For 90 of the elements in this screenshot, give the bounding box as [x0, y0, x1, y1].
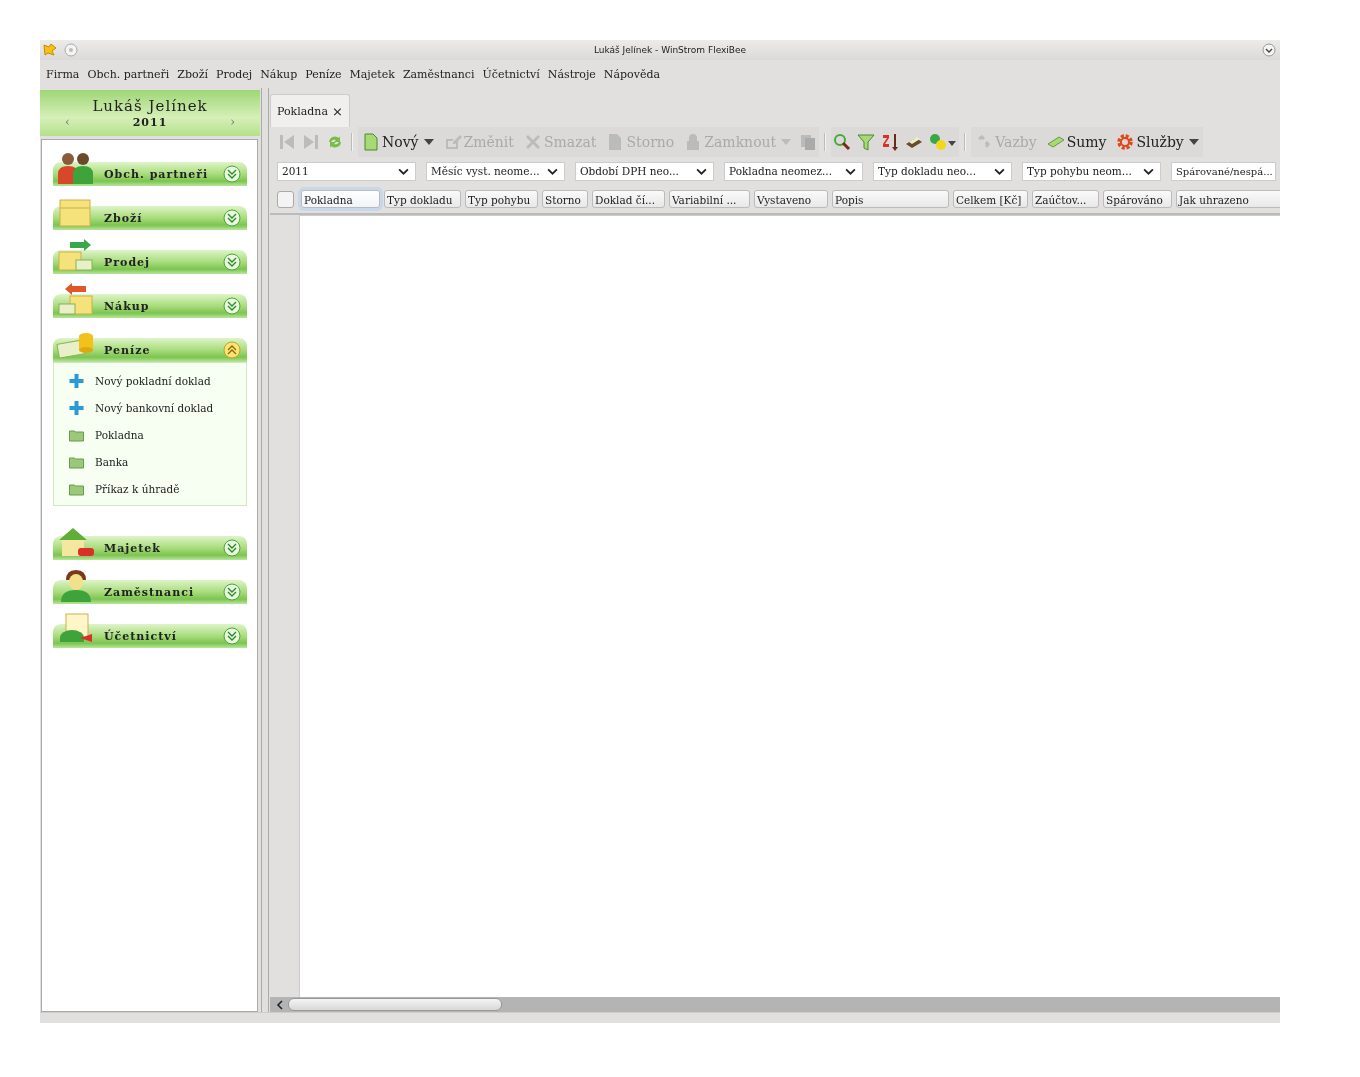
- filter-dropdown[interactable]: 2011: [277, 161, 416, 181]
- toolbar-button[interactable]: Služby: [1114, 133, 1201, 151]
- box-arrow-icon: [56, 238, 96, 274]
- close-tab-button[interactable]: ×: [332, 103, 343, 119]
- section-title: Peníze: [104, 343, 151, 357]
- horizontal-scrollbar[interactable]: [270, 997, 1280, 1012]
- filter-dropdown[interactable]: Spárované/nespá...: [1171, 161, 1276, 181]
- chevron-down-icon: [845, 167, 856, 175]
- dropdown-caret-icon: [1188, 139, 1199, 145]
- page-icon: [362, 133, 380, 151]
- section-header[interactable]: Účetnictví: [53, 624, 247, 648]
- expand-icon[interactable]: [223, 165, 241, 183]
- user-name: Lukáš Jelínek: [92, 97, 208, 115]
- box-arrow-icon: [56, 282, 96, 318]
- filter-icon[interactable]: [857, 133, 876, 151]
- column-header[interactable]: Typ pohybu: [465, 190, 538, 208]
- section-header[interactable]: Zaměstnanci: [53, 580, 247, 604]
- chevron-down-icon: [547, 167, 558, 175]
- column-header[interactable]: Storno: [542, 190, 588, 208]
- column-header[interactable]: Jak uhrazeno: [1176, 190, 1280, 208]
- scroll-thumb[interactable]: [288, 998, 502, 1011]
- gear-icon: [1116, 133, 1135, 151]
- menu-item[interactable]: Firma: [46, 67, 80, 81]
- column-header[interactable]: Vystaveno: [754, 190, 828, 208]
- expand-icon[interactable]: [223, 583, 241, 601]
- app-icon: [42, 42, 58, 58]
- minimize-icon[interactable]: [1262, 43, 1276, 57]
- section-title: Účetnictví: [104, 629, 177, 643]
- navigation-link[interactable]: Příkaz k úhradě: [95, 482, 180, 495]
- filter-dropdown[interactable]: Typ dokladu neo...: [873, 161, 1012, 181]
- people-icon: [56, 150, 96, 186]
- section-title: Prodej: [104, 255, 151, 269]
- expand-icon[interactable]: [223, 209, 241, 227]
- select-all-checkbox[interactable]: [277, 190, 294, 208]
- column-header[interactable]: Spárováno: [1103, 190, 1172, 208]
- tab[interactable]: Pokladna ×: [270, 94, 350, 127]
- chevron-down-icon: [1143, 167, 1154, 175]
- chevron-down-icon: [994, 167, 1005, 175]
- menu-item[interactable]: Nápověda: [603, 67, 661, 81]
- menu-item[interactable]: Peníze: [305, 67, 342, 81]
- menu-item[interactable]: Nákup: [260, 67, 298, 81]
- navigation-link[interactable]: Banka: [95, 455, 129, 468]
- section-title: Zaměstnanci: [104, 585, 195, 599]
- dropdown-caret-icon: [781, 139, 792, 145]
- menu-item[interactable]: Nástroje: [547, 67, 596, 81]
- plus-icon: [68, 399, 85, 416]
- column-header[interactable]: Typ dokladu: [384, 190, 461, 208]
- chevron-down-icon: [398, 167, 409, 175]
- chevron-down-icon: [696, 167, 707, 175]
- year-label: 2011: [132, 115, 168, 129]
- window-title: Lukáš Jelínek - WinStrom FlexiBee: [592, 45, 748, 55]
- expand-icon[interactable]: [223, 627, 241, 645]
- navigation-link[interactable]: Pokladna: [95, 428, 144, 441]
- column-header[interactable]: Pokladna: [301, 190, 380, 208]
- pencil-icon: [443, 133, 462, 151]
- section-title: Majetek: [104, 541, 161, 555]
- search-icon[interactable]: [833, 133, 852, 151]
- filter-dropdown[interactable]: Měsíc vyst. neome...: [426, 161, 565, 181]
- filter-dropdown[interactable]: Typ pohybu neom...: [1022, 161, 1161, 181]
- expand-icon[interactable]: [223, 253, 241, 271]
- sort-icon[interactable]: [881, 133, 900, 151]
- menu-item[interactable]: Majetek: [349, 67, 395, 81]
- navigation-link[interactable]: Nový pokladní doklad: [95, 374, 211, 387]
- column-header[interactable]: Popis: [832, 190, 949, 208]
- filter-dropdown[interactable]: Období DPH neo...: [575, 161, 714, 181]
- menu-item[interactable]: Účetnictví: [482, 67, 540, 81]
- next-year-arrow[interactable]: ›: [230, 115, 235, 129]
- column-header[interactable]: Doklad čí...: [592, 190, 665, 208]
- scroll-left-icon[interactable]: [276, 999, 284, 1010]
- expand-icon[interactable]: [223, 539, 241, 557]
- plus-icon: [68, 372, 85, 389]
- column-header[interactable]: Zaúčtov...: [1032, 190, 1099, 208]
- collapse-icon[interactable]: [223, 341, 241, 359]
- menu-item[interactable]: Prodej: [216, 67, 253, 81]
- filter-dropdown[interactable]: Pokladna neomez...: [724, 161, 863, 181]
- expand-icon[interactable]: [223, 297, 241, 315]
- dropdown-caret-icon: [423, 139, 434, 145]
- menu-item[interactable]: Zboží: [177, 67, 208, 81]
- menu-item[interactable]: Obch. partneři: [87, 67, 170, 81]
- export-icon[interactable]: [929, 133, 958, 151]
- toolbar-button[interactable]: Sumy: [1044, 133, 1109, 151]
- section-title: Obch. partneři: [104, 167, 209, 181]
- column-header[interactable]: Variabilní ...: [669, 190, 750, 208]
- menu-item[interactable]: Zaměstnanci: [402, 67, 475, 81]
- navigation-link[interactable]: Nový bankovní doklad: [95, 401, 214, 414]
- column-header[interactable]: Celkem [Kč]: [953, 190, 1028, 208]
- toolbar-button[interactable]: Nový: [360, 133, 436, 151]
- section-title: Nákup: [104, 299, 150, 313]
- section-title: Zboží: [104, 211, 143, 225]
- previous-year-arrow[interactable]: ‹: [65, 115, 70, 129]
